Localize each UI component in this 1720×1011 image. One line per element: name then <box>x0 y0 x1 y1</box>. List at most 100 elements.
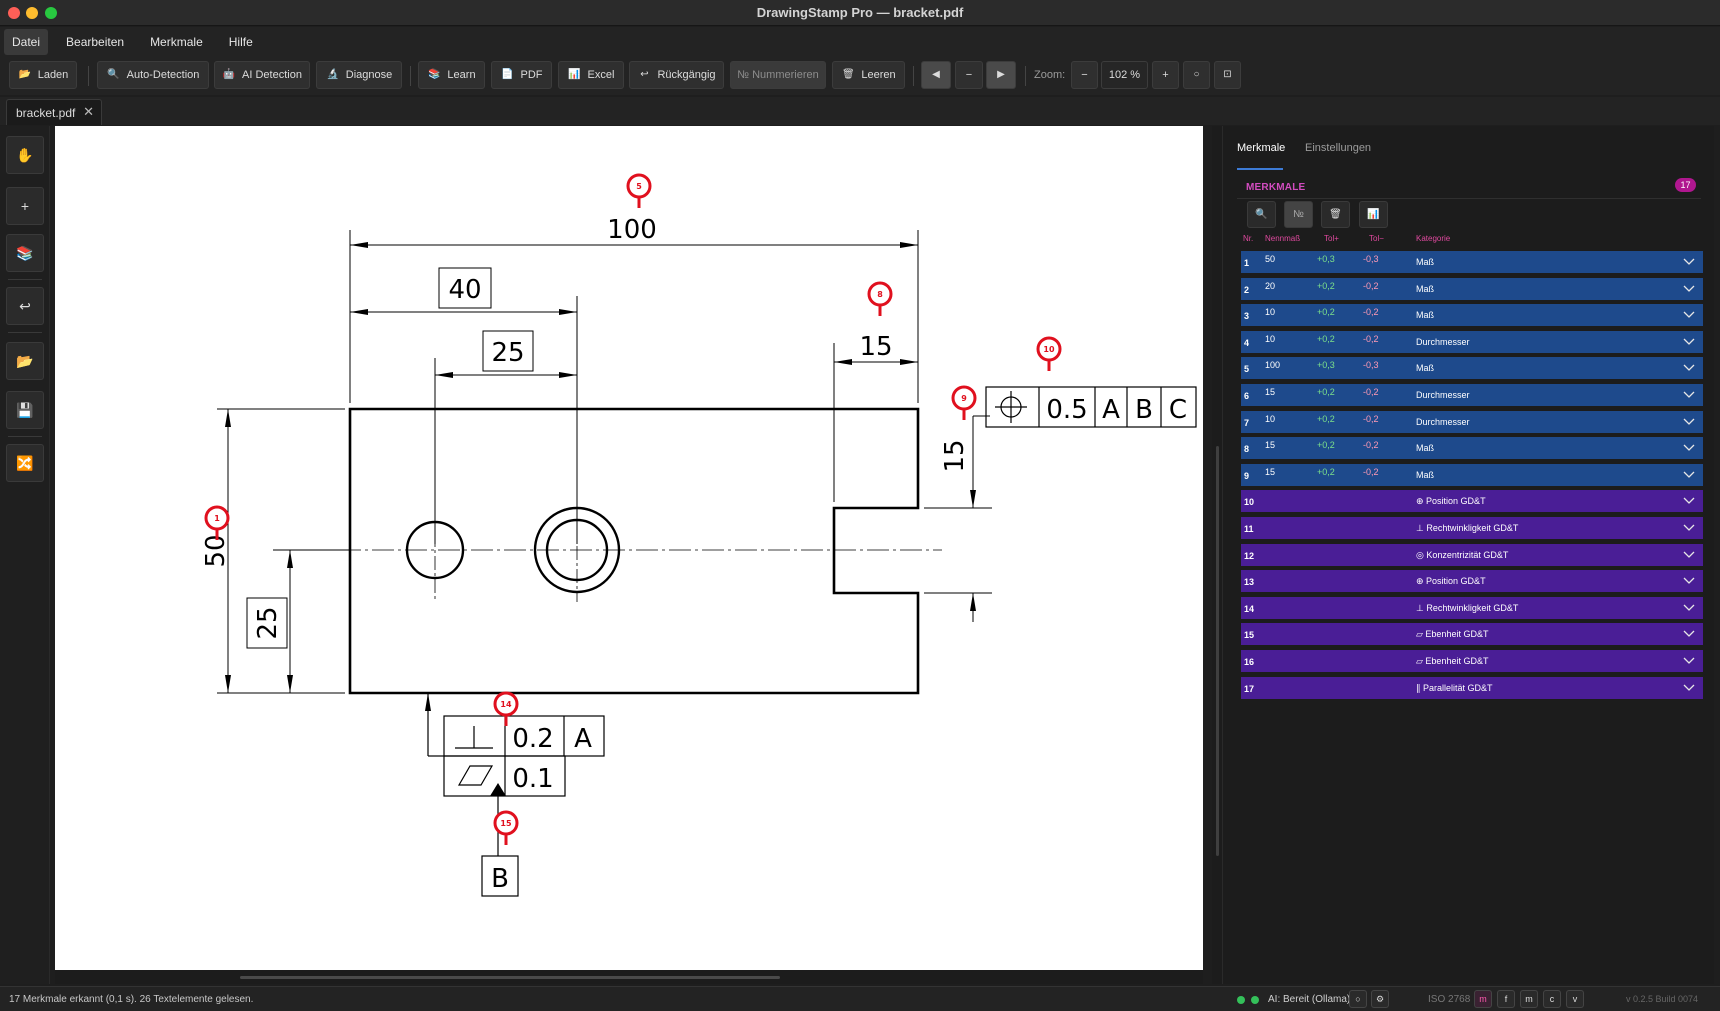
chevron-down-icon[interactable] <box>1683 495 1695 505</box>
chevron-down-icon[interactable] <box>1683 283 1695 293</box>
load-button[interactable]: 📂 Laden <box>9 61 77 89</box>
auto-detection-button[interactable]: 🔍 Auto-Detection <box>97 61 209 89</box>
circle-icon: ○ <box>1355 994 1361 1004</box>
horizontal-scroll-thumb[interactable] <box>240 976 780 979</box>
chevron-down-icon[interactable] <box>1683 655 1695 665</box>
feature-row[interactable]: 4 10 +0,2 -0,2 Durchmesser <box>1241 330 1703 353</box>
document-icon: 📄 <box>501 69 514 80</box>
chevron-down-icon[interactable] <box>1683 416 1695 426</box>
zoom-in-button[interactable]: + <box>1152 61 1179 89</box>
export-chart-button[interactable]: 📊 <box>1359 201 1388 228</box>
feature-row[interactable]: 5 100 +0,3 -0,3 Maß <box>1241 357 1703 380</box>
chevron-down-icon[interactable] <box>1683 682 1695 692</box>
drawing-canvas[interactable]: 100 40 25 15 15 50 25 0.5 A B C 0.2 A 0.… <box>55 126 1203 970</box>
menu-datei[interactable]: Datei <box>4 29 49 55</box>
undo-button[interactable]: ↩ Rückgängig <box>629 61 724 89</box>
chevron-down-icon[interactable] <box>1683 628 1695 638</box>
feature-row[interactable]: 13 ⊕ Position GD&T <box>1241 570 1703 593</box>
open-folder-tool[interactable]: 📂 <box>6 342 44 380</box>
feature-row[interactable]: 6 15 +0,2 -0,2 Durchmesser <box>1241 384 1703 406</box>
save-icon: 💾 <box>16 401 34 418</box>
chevron-down-icon[interactable] <box>1683 442 1695 452</box>
feature-tol-minus: -0,2 <box>1363 413 1379 424</box>
menu-bearbeiten[interactable]: Bearbeiten <box>58 29 132 55</box>
zoom-reset-button[interactable]: ○ <box>1183 61 1210 89</box>
chevron-down-icon[interactable] <box>1683 309 1695 319</box>
tab-merkmale[interactable]: Merkmale <box>1237 142 1285 154</box>
iso-class-v[interactable]: v <box>1566 990 1584 1008</box>
chevron-down-icon[interactable] <box>1683 362 1695 372</box>
add-feature-tool[interactable]: + <box>6 187 44 225</box>
menu-merkmale[interactable]: Merkmale <box>142 29 211 55</box>
chevron-down-icon[interactable] <box>1683 389 1695 399</box>
excel-export-button[interactable]: 📊 Excel <box>558 61 624 89</box>
vertical-scrollbar[interactable] <box>1212 126 1222 984</box>
chevron-down-icon[interactable] <box>1683 469 1695 479</box>
pan-hand-tool[interactable]: ✋ <box>6 136 44 174</box>
vertical-scroll-thumb[interactable] <box>1216 446 1219 856</box>
shuffle-tool[interactable]: 🔀 <box>6 444 44 482</box>
feature-row[interactable]: 9 15 +0,2 -0,2 Maß <box>1241 463 1703 486</box>
feature-row[interactable]: 11 ⊥ Rechtwinkligkeit GD&T <box>1241 517 1703 539</box>
chevron-down-icon[interactable] <box>1683 602 1695 612</box>
features-panel: Merkmale Einstellungen MERKMALE 17 🔍 № 🗑… <box>1222 126 1714 984</box>
tab-einstellungen[interactable]: Einstellungen <box>1305 142 1371 154</box>
iso-standard-label: ISO 2768 <box>1428 994 1471 1005</box>
fit-page-button[interactable]: ⊡ <box>1214 61 1241 89</box>
feature-balloon[interactable]: 9 <box>951 385 977 420</box>
numbering-button[interactable]: № Nummerieren <box>730 61 826 89</box>
feature-balloon[interactable]: 10 <box>1036 336 1062 371</box>
ai-detection-button[interactable]: 🤖 AI Detection <box>214 61 310 89</box>
chevron-down-icon[interactable] <box>1683 575 1695 585</box>
undo-tool[interactable]: ↩ <box>6 287 44 325</box>
feature-row[interactable]: 17 ∥ Parallelität GD&T <box>1241 676 1703 699</box>
line-thickness-button[interactable]: − <box>955 61 983 89</box>
learn-tool[interactable]: 📚 <box>6 234 44 272</box>
save-tool[interactable]: 💾 <box>6 391 44 429</box>
ai-settings-button[interactable]: ⚙ <box>1371 990 1389 1008</box>
chevron-down-icon[interactable] <box>1683 256 1695 266</box>
horizontal-scrollbar[interactable] <box>55 970 1203 984</box>
feature-row[interactable]: 7 10 +0,2 -0,2 Durchmesser <box>1241 410 1703 433</box>
feature-balloon[interactable]: 5 <box>626 173 652 208</box>
feature-nr: 2 <box>1244 284 1250 295</box>
zoom-value-field[interactable]: 102 % <box>1101 61 1148 89</box>
chevron-down-icon[interactable] <box>1683 336 1695 346</box>
feature-row[interactable]: 14 ⊥ Rechtwinkligkeit GD&T <box>1241 596 1703 619</box>
learn-button[interactable]: 📚 Learn <box>418 61 485 89</box>
feature-row[interactable]: 10 ⊕ Position GD&T <box>1241 490 1703 513</box>
diagnose-button[interactable]: 🔬 Diagnose <box>316 61 402 89</box>
feature-nominal: 50 <box>1265 254 1276 264</box>
menu-hilfe[interactable]: Hilfe <box>221 29 261 55</box>
balloon-number: 8 <box>877 290 883 299</box>
clear-button[interactable]: 🗑 Leeren <box>832 61 905 89</box>
feature-row[interactable]: 15 ▱ Ebenheit GD&T <box>1241 623 1703 646</box>
feature-row[interactable]: 8 15 +0,2 -0,2 Maß <box>1241 437 1703 460</box>
feature-row[interactable]: 1 50 +0,3 -0,3 Maß <box>1241 251 1703 273</box>
fcf-position-tolerance: 0.5 <box>1046 395 1087 425</box>
renumber-features-button[interactable]: № <box>1284 201 1313 228</box>
pdf-export-button[interactable]: 📄 PDF <box>491 61 552 89</box>
chevron-down-icon[interactable] <box>1683 522 1695 532</box>
feature-row[interactable]: 3 10 +0,2 -0,2 Maß <box>1241 304 1703 327</box>
iso-class-m-active[interactable]: m <box>1474 990 1492 1008</box>
search-features-button[interactable]: 🔍 <box>1247 201 1276 228</box>
zoom-out-button[interactable]: − <box>1071 61 1098 89</box>
iso-class-f[interactable]: f <box>1497 990 1515 1008</box>
chevron-down-icon[interactable] <box>1683 549 1695 559</box>
feature-category: ∥ Parallelität GD&T <box>1416 682 1493 693</box>
microscope-icon: 🔬 <box>326 69 339 80</box>
feature-balloon[interactable]: 8 <box>867 281 893 316</box>
feature-row[interactable]: 16 ▱ Ebenheit GD&T <box>1241 650 1703 672</box>
iso-class-c[interactable]: c <box>1543 990 1561 1008</box>
file-tab-bracket[interactable]: bracket.pdf ✕ <box>6 99 102 125</box>
close-tab-icon[interactable]: ✕ <box>83 104 94 120</box>
iso-class-m[interactable]: m <box>1520 990 1538 1008</box>
next-page-button[interactable]: ▶ <box>986 61 1016 89</box>
ai-refresh-button[interactable]: ○ <box>1349 990 1367 1008</box>
feature-row[interactable]: 2 20 +0,2 -0,2 Maß <box>1241 277 1703 300</box>
delete-features-button[interactable]: 🗑 <box>1321 201 1350 228</box>
feature-balloon[interactable]: 14 <box>493 691 519 726</box>
feature-row[interactable]: 12 ◎ Konzentrizität GD&T <box>1241 543 1703 566</box>
previous-page-button[interactable]: ◀ <box>921 61 951 89</box>
